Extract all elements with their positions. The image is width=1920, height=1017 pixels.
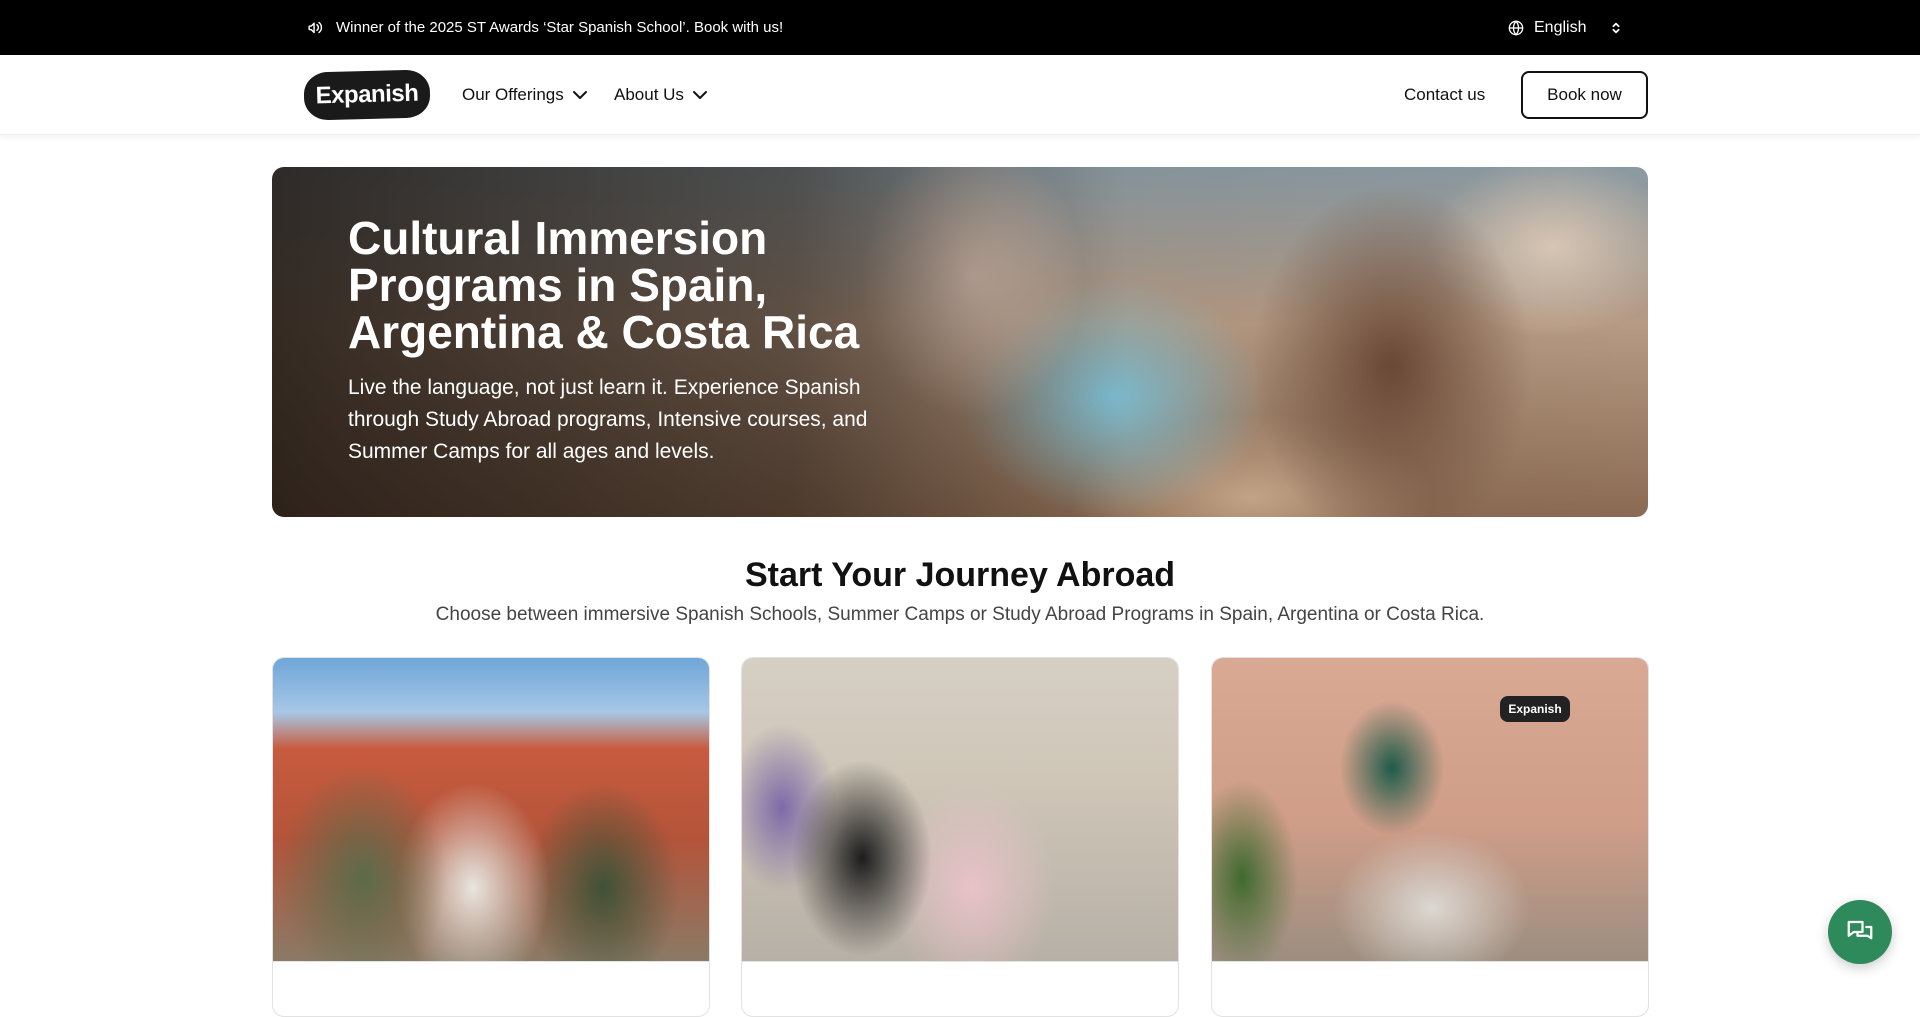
- contact-us-label: Contact us: [1404, 85, 1486, 104]
- announcement-bar: Winner of the 2025 ST Awards ‘Star Spani…: [0, 0, 1920, 55]
- megaphone-icon: [308, 21, 323, 34]
- school-sign: Expanish: [1500, 696, 1570, 722]
- chat-button[interactable]: [1828, 900, 1892, 964]
- hero-subtitle: Live the language, not just learn it. Ex…: [348, 376, 868, 463]
- main-nav: Expanish Our Offerings About Us Contact …: [0, 55, 1920, 135]
- logo-text: Expanish: [315, 79, 419, 110]
- nav-our-offerings-label: Our Offerings: [462, 85, 564, 104]
- nav-our-offerings[interactable]: Our Offerings: [462, 55, 588, 135]
- chat-icon: [1847, 920, 1873, 940]
- hero-title: Cultural Immersion Programs in Spain, Ar…: [348, 212, 860, 358]
- hero-banner: Cultural Immersion Programs in Spain, Ar…: [272, 167, 1648, 517]
- program-card[interactable]: [741, 657, 1179, 1017]
- contact-us-link[interactable]: Contact us: [1404, 55, 1485, 135]
- book-now-label: Book now: [1547, 85, 1622, 104]
- section-title: Start Your Journey Abroad: [744, 556, 1176, 594]
- group-of-students-photo: [273, 658, 709, 962]
- chevron-up-down-icon: [1612, 22, 1620, 33]
- school-entrance-photo: Expanish: [1212, 658, 1648, 962]
- announcement[interactable]: Winner of the 2025 ST Awards ‘Star Spani…: [307, 0, 783, 55]
- teens-street-photo: [742, 658, 1178, 962]
- nav-about-us-label: About Us: [614, 85, 684, 104]
- language-selector[interactable]: English: [1508, 0, 1622, 55]
- program-card[interactable]: Expanish: [1211, 657, 1649, 1017]
- program-card[interactable]: [272, 657, 710, 1017]
- chevron-down-icon: [572, 91, 587, 99]
- announcement-text: Winner of the 2025 ST Awards ‘Star Spani…: [336, 19, 784, 36]
- section-subtitle: Choose between immersive Spanish Schools…: [435, 604, 1485, 625]
- book-now-button[interactable]: Book now: [1521, 71, 1648, 119]
- logo[interactable]: Expanish: [303, 69, 431, 121]
- globe-icon: [1508, 19, 1524, 36]
- language-label: English: [1534, 18, 1587, 36]
- chevron-down-icon: [692, 91, 707, 99]
- nav-about-us[interactable]: About Us: [614, 55, 708, 135]
